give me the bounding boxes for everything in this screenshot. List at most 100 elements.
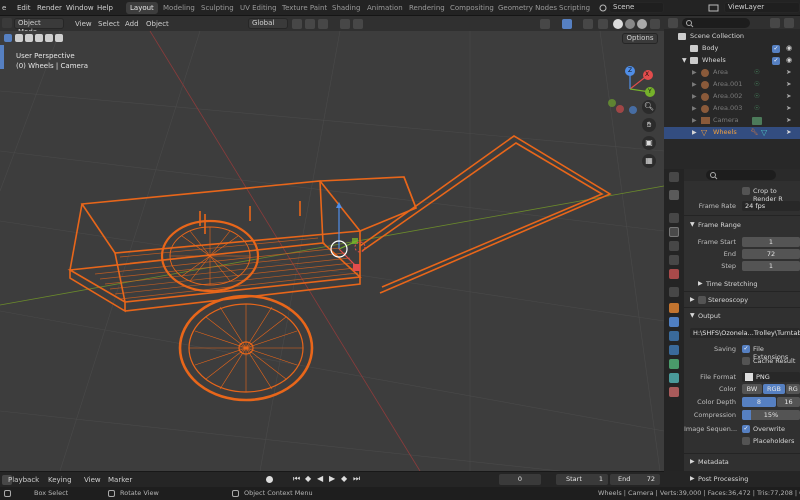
tab-modeling[interactable]: Modeling xyxy=(159,2,199,14)
tab-geometry-nodes[interactable]: Geometry Nodes xyxy=(494,2,561,14)
select-mode-new-icon[interactable] xyxy=(15,34,23,42)
panel-arrow-icon[interactable]: ▼ xyxy=(690,221,695,228)
tab-texture-paint[interactable]: Texture Paint xyxy=(278,2,331,14)
tab-sculpting[interactable]: Sculpting xyxy=(197,2,238,14)
crop-checkbox[interactable] xyxy=(742,187,750,195)
outliner-row[interactable]: ▶ Area.003 ☉ ➤ xyxy=(664,103,800,115)
exclude-checkbox[interactable]: ✓ xyxy=(772,45,780,53)
outliner-row-selected[interactable]: ▶ ▽ Wheels 🔧︎ ▽ ➤ xyxy=(664,127,800,139)
record-icon[interactable] xyxy=(266,476,273,483)
start-frame-field[interactable]: Start 1 xyxy=(556,474,608,485)
shading-material-icon[interactable] xyxy=(625,19,635,29)
select-mode-subtract-icon[interactable] xyxy=(35,34,43,42)
mode-selector[interactable]: Object Mode xyxy=(14,18,64,36)
select-mode-extend-icon[interactable] xyxy=(25,34,33,42)
metadata-header[interactable]: Metadata xyxy=(698,458,729,466)
collection-tab-icon[interactable] xyxy=(669,287,679,297)
view-layer-tab-icon[interactable] xyxy=(669,241,679,251)
color-bw-button[interactable]: BW xyxy=(742,384,762,394)
next-keyframe-icon[interactable]: ◆ xyxy=(341,474,347,483)
frame-start-field[interactable]: 1 xyxy=(742,237,800,247)
select-arrow-icon[interactable]: ➤ xyxy=(786,67,791,79)
outliner-row[interactable]: ▼ Wheels ✓ ◉ xyxy=(664,55,800,67)
tab-uv-editing[interactable]: UV Editing xyxy=(236,2,281,14)
output-tab-icon[interactable] xyxy=(669,227,679,237)
tool-tab-icon[interactable] xyxy=(669,190,679,200)
play-reverse-icon[interactable]: ◀ xyxy=(317,474,323,483)
panel-arrow-icon[interactable]: ▶ xyxy=(690,296,695,303)
transform-orientation[interactable]: Global xyxy=(248,18,288,29)
prev-keyframe-icon[interactable]: ◆ xyxy=(305,474,311,483)
tab-compositing[interactable]: Compositing xyxy=(446,2,498,14)
file-format-select[interactable]: PNG xyxy=(742,372,800,382)
panel-arrow-icon[interactable]: ▶ xyxy=(698,280,703,287)
world-tab-icon[interactable] xyxy=(669,269,679,279)
menu-view[interactable]: View xyxy=(75,18,92,30)
zoom-icon[interactable]: 🔍︎ xyxy=(642,100,656,114)
modifier-tab-icon[interactable] xyxy=(669,317,679,327)
panel-arrow-icon[interactable]: ▶ xyxy=(690,475,695,482)
render-tab-icon[interactable] xyxy=(669,213,679,223)
properties-search-input[interactable] xyxy=(706,170,776,180)
new-collection-icon[interactable] xyxy=(784,18,794,28)
falloff-icon[interactable] xyxy=(353,19,363,29)
outliner-row[interactable]: ▶ Area.002 ☉ ➤ xyxy=(664,91,800,103)
perspective-toggle-icon[interactable]: ▦ xyxy=(642,154,656,168)
snap-target-icon[interactable] xyxy=(318,19,328,29)
menu-render[interactable]: Render xyxy=(37,2,62,14)
camera-view-icon[interactable]: ▣ xyxy=(642,136,656,150)
current-frame-field[interactable]: 0 xyxy=(499,474,541,485)
tab-shading[interactable]: Shading xyxy=(328,2,364,14)
toolbar-edge[interactable] xyxy=(0,45,4,69)
stereoscopy-header[interactable]: Stereoscopy xyxy=(708,296,748,304)
select-arrow-icon[interactable]: ➤ xyxy=(786,91,791,103)
proportional-edit-icon[interactable] xyxy=(340,19,350,29)
file-extensions-checkbox[interactable]: ✓ xyxy=(742,345,750,353)
menu-file[interactable]: e xyxy=(2,2,6,14)
visibility-eye-icon[interactable]: ◉ xyxy=(786,43,792,55)
scene-selector[interactable]: Scene xyxy=(609,2,664,13)
expand-arrow-icon[interactable]: ▶ xyxy=(692,127,697,139)
compression-slider[interactable]: 15% xyxy=(742,410,800,420)
select-arrow-icon[interactable]: ➤ xyxy=(786,103,791,115)
shading-rendered-icon[interactable] xyxy=(637,19,647,29)
output-header[interactable]: Output xyxy=(698,312,721,320)
time-stretching-header[interactable]: Time Stretching xyxy=(706,280,757,288)
expand-arrow-icon[interactable]: ▶ xyxy=(692,67,697,79)
color-rgba-button[interactable]: RG xyxy=(786,384,800,394)
shading-options-icon[interactable] xyxy=(650,19,660,29)
menu-add[interactable]: Add xyxy=(125,18,139,30)
outliner-row[interactable]: ▶ Area.001 ☉ ➤ xyxy=(664,79,800,91)
frame-step-field[interactable]: 1 xyxy=(742,261,800,271)
snap-icon[interactable] xyxy=(305,19,315,29)
frame-end-field[interactable]: 72 xyxy=(742,249,800,259)
physics-tab-icon[interactable] xyxy=(669,345,679,355)
constraints-tab-icon[interactable] xyxy=(669,359,679,369)
color-rgb-button[interactable]: RGB xyxy=(763,384,785,394)
stereoscopy-checkbox[interactable] xyxy=(698,296,706,304)
expand-arrow-icon[interactable]: ▶ xyxy=(692,103,697,115)
depth-8-button[interactable]: 8 xyxy=(742,397,776,407)
visibility-eye-icon[interactable]: ◉ xyxy=(786,55,792,67)
outliner-row[interactable]: Scene Collection xyxy=(664,31,800,43)
marker-menu[interactable]: Marker xyxy=(108,474,132,486)
depth-16-button[interactable]: 16 xyxy=(777,397,800,407)
menu-window[interactable]: Window xyxy=(66,2,94,14)
options-button[interactable]: Options xyxy=(622,33,658,44)
outliner-editor-icon[interactable] xyxy=(668,18,678,28)
properties-editor-icon[interactable] xyxy=(669,172,679,182)
3d-viewport[interactable]: User Perspective (0) Wheels | Camera Opt… xyxy=(0,31,664,471)
select-arrow-icon[interactable]: ➤ xyxy=(786,127,791,139)
jump-end-icon[interactable]: ⏭︎ xyxy=(353,474,360,484)
menu-select[interactable]: Select xyxy=(98,18,120,30)
frame-range-header[interactable]: Frame Range xyxy=(698,221,741,229)
pan-hand-icon[interactable]: ✋︎ xyxy=(642,118,656,132)
overlay-icon[interactable] xyxy=(583,19,593,29)
expand-arrow-icon[interactable]: ▶ xyxy=(692,91,697,103)
tab-layout[interactable]: Layout xyxy=(126,2,158,14)
data-tab-icon[interactable] xyxy=(669,373,679,383)
menu-object[interactable]: Object xyxy=(146,18,169,30)
post-processing-header[interactable]: Post Processing xyxy=(698,475,748,483)
select-arrow-icon[interactable]: ➤ xyxy=(786,115,791,127)
outliner-row[interactable]: ▶ Camera ➤ xyxy=(664,115,800,127)
